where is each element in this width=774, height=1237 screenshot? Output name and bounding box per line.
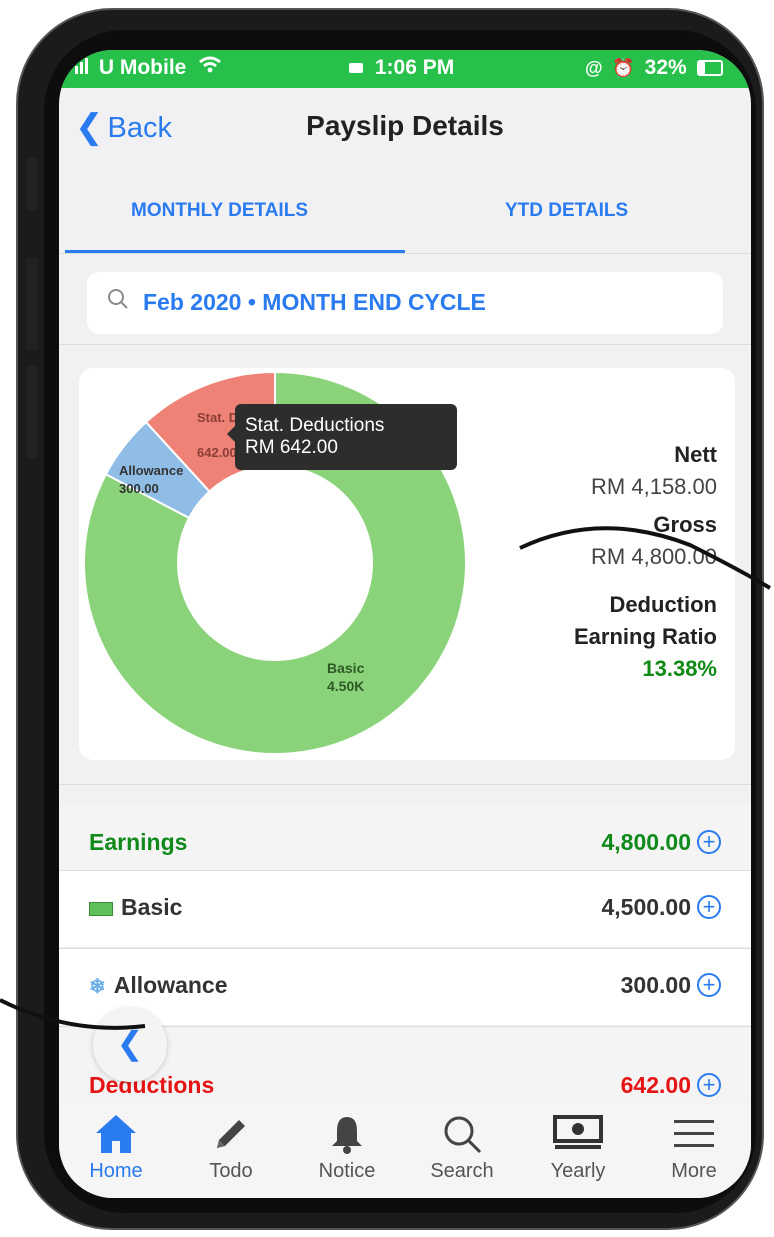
tabbar-home-label: Home: [89, 1160, 143, 1182]
earnings-amount: 4,800.00: [601, 829, 691, 855]
cycle-value: Feb 2020 • MONTH END CYCLE: [143, 289, 486, 315]
floating-back-button[interactable]: ❮: [93, 1008, 167, 1082]
search-divider: [59, 344, 751, 345]
alarm-icon: ⏰: [612, 58, 635, 78]
tabbar-notice-label: Notice: [318, 1160, 376, 1182]
tabbar-home[interactable]: Home: [61, 1110, 171, 1183]
expand-basic-icon[interactable]: +: [697, 895, 721, 919]
chart-card: Stat. Deduc 642.00 Allowance 300.00 Basi…: [79, 368, 735, 760]
earnings-label: Earnings: [89, 829, 188, 855]
basic-amount: 4,500.00: [601, 894, 691, 920]
battery-group: @ ⏰ 32%: [585, 56, 723, 80]
signal-icon: [75, 56, 93, 80]
battery-percent: 32%: [644, 56, 687, 79]
chart-tooltip: Stat. Deductions RM 642.00: [227, 404, 457, 470]
allowance-amount: 300.00: [620, 972, 691, 998]
tabbar-yearly[interactable]: Yearly: [523, 1110, 633, 1183]
tabbar-more-label: More: [671, 1160, 717, 1182]
tabbar-todo[interactable]: Todo: [176, 1110, 286, 1183]
cycle-search-field[interactable]: Feb 2020 • MONTH END CYCLE: [87, 272, 723, 334]
pencil-icon: [176, 1110, 286, 1158]
tabbar-yearly-label: Yearly: [550, 1160, 606, 1182]
bottom-tab-bar: Home Todo Notice Search Yearly More: [59, 1104, 751, 1198]
tabbar-notice[interactable]: Notice: [292, 1110, 402, 1183]
time-group: 1:06 PM: [349, 56, 454, 80]
slice-label-stat-value: 642.00: [197, 445, 237, 460]
nett-block: Nett RM 4,158.00: [591, 442, 717, 500]
allowance-row[interactable]: ❄ Allowance 300.00 +: [59, 949, 751, 1025]
battery-icon: [696, 60, 723, 77]
basic-label: Basic: [121, 894, 183, 920]
volume-down-button: [26, 366, 38, 458]
carrier-group: U Mobile: [75, 56, 222, 80]
slice-label-basic-name: Basic: [327, 660, 365, 676]
mute-switch: [26, 158, 38, 210]
tabbar-search-label: Search: [430, 1160, 494, 1182]
home-icon: [61, 1110, 171, 1158]
tooltip-title: Stat. Deductions: [245, 415, 385, 436]
page-title: Payslip Details: [306, 110, 504, 141]
expand-allowance-icon[interactable]: +: [697, 973, 721, 997]
ratio-value: 13.38%: [642, 656, 717, 681]
gross-block: Gross RM 4,800.00: [591, 512, 717, 570]
expand-earnings-icon[interactable]: +: [697, 830, 721, 854]
slice-label-allowance-value: 300.00: [119, 481, 159, 496]
card-divider: [59, 784, 751, 785]
gross-label: Gross: [653, 512, 717, 537]
nett-value: RM 4,158.00: [591, 474, 717, 499]
chevron-left-icon: ❮: [116, 1025, 144, 1061]
allowance-label: Allowance: [113, 972, 228, 998]
tabbar-more[interactable]: More: [639, 1110, 749, 1183]
allowance-label-group: ❄ Allowance: [89, 972, 228, 999]
basic-row[interactable]: Basic 4,500.00 +: [59, 871, 751, 947]
screen-record-icon: [349, 63, 363, 74]
volume-up-button: [26, 258, 38, 350]
search-icon: [407, 1110, 517, 1158]
ratio-block: Deduction Earning Ratio 13.38%: [574, 592, 717, 682]
search-icon: [108, 289, 128, 309]
navigation-bar: ❮ Back Payslip Details: [59, 88, 751, 168]
slice-label-basic-value: 4.50K: [327, 678, 364, 694]
tab-monthly-details[interactable]: MONTHLY DETAILS: [131, 200, 308, 222]
ratio-label-line1: Deduction: [609, 592, 717, 617]
deductions-label: Deductions: [89, 1072, 215, 1098]
snowflake-icon: ❄: [89, 976, 106, 998]
money-icon: [89, 901, 113, 916]
status-bar: U Mobile 1:06 PM @ ⏰ 32%: [59, 50, 751, 88]
tab-ytd-details[interactable]: YTD DETAILS: [505, 200, 628, 222]
bell-icon: [292, 1110, 402, 1158]
nett-label: Nett: [674, 442, 717, 467]
tabbar-todo-label: Todo: [209, 1160, 253, 1182]
segmented-tabs: MONTHLY DETAILS YTD DETAILS: [59, 168, 751, 256]
deductions-amount: 642.00: [620, 1072, 691, 1098]
ratio-label-line2: Earning Ratio: [573, 624, 717, 649]
slice-label-allowance-name: Allowance: [119, 463, 183, 478]
tooltip-value: RM 642.00: [245, 437, 338, 458]
money-icon: [523, 1110, 633, 1158]
basic-label-group: Basic: [89, 894, 182, 921]
carrier-name: U Mobile: [98, 56, 187, 79]
menu-icon: [639, 1110, 749, 1158]
rotation-lock-icon: @: [585, 58, 603, 78]
tabbar-search[interactable]: Search: [407, 1110, 517, 1183]
expand-deductions-icon[interactable]: +: [697, 1073, 721, 1097]
status-time: 1:06 PM: [374, 56, 455, 79]
wifi-icon: [198, 56, 222, 80]
tabs-divider: [59, 253, 751, 254]
app-screen: U Mobile 1:06 PM @ ⏰ 32% ❮ Back Payslip D…: [59, 50, 751, 1198]
gross-value: RM 4,800.00: [591, 544, 717, 569]
